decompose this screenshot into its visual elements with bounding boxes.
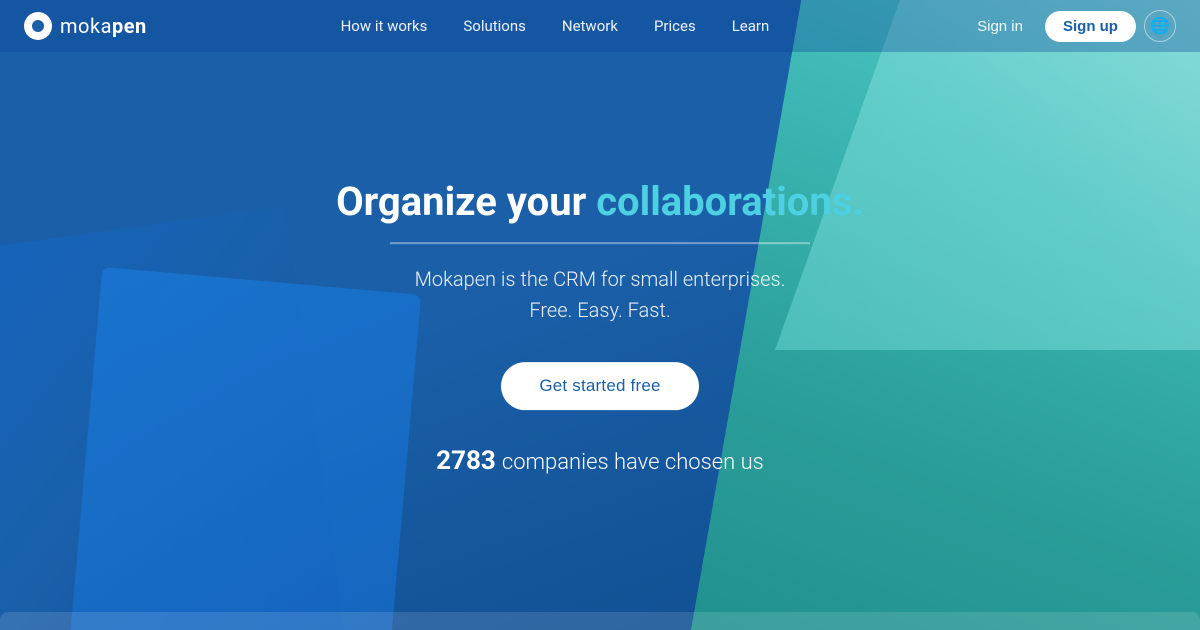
language-button[interactable]: 🌐 <box>1144 10 1176 42</box>
nav-how-it-works[interactable]: How it works <box>327 11 442 41</box>
hero-subtitle-line1: Mokapen is the CRM for small enterprises… <box>415 267 786 291</box>
nav-solutions[interactable]: Solutions <box>449 11 540 41</box>
nav-prices[interactable]: Prices <box>640 11 710 41</box>
nav-links: How it works Solutions Network Prices Le… <box>327 11 784 41</box>
logo-text: mokapen <box>60 14 147 38</box>
logo[interactable]: mokapen <box>24 12 147 40</box>
nav-learn[interactable]: Learn <box>718 11 784 41</box>
hero-title: Organize your collaborations. <box>300 178 900 226</box>
navbar: mokapen How it works Solutions Network P… <box>0 0 1200 52</box>
companies-number: 2783 <box>436 446 496 476</box>
bottom-bar <box>0 612 1200 630</box>
companies-count: 2783companies have chosen us <box>300 446 900 476</box>
companies-text: companies have chosen us <box>502 450 764 475</box>
hero-content: Organize your collaborations. Mokapen is… <box>300 178 900 476</box>
signup-button[interactable]: Sign up <box>1045 11 1136 42</box>
hero-divider <box>390 242 810 244</box>
cta-button[interactable]: Get started free <box>501 362 698 410</box>
nav-actions: Sign in Sign up 🌐 <box>963 10 1176 42</box>
globe-icon: 🌐 <box>1150 16 1170 36</box>
hero-subtitle-line2: Free. Easy. Fast. <box>529 298 670 322</box>
hero-subtitle: Mokapen is the CRM for small enterprises… <box>300 264 900 326</box>
signin-button[interactable]: Sign in <box>963 12 1037 41</box>
hero-title-before: Organize your <box>336 178 596 225</box>
hero-section: mokapen How it works Solutions Network P… <box>0 0 1200 630</box>
hero-title-accent: collaborations. <box>596 178 864 225</box>
nav-network[interactable]: Network <box>548 11 632 41</box>
logo-icon <box>24 12 52 40</box>
